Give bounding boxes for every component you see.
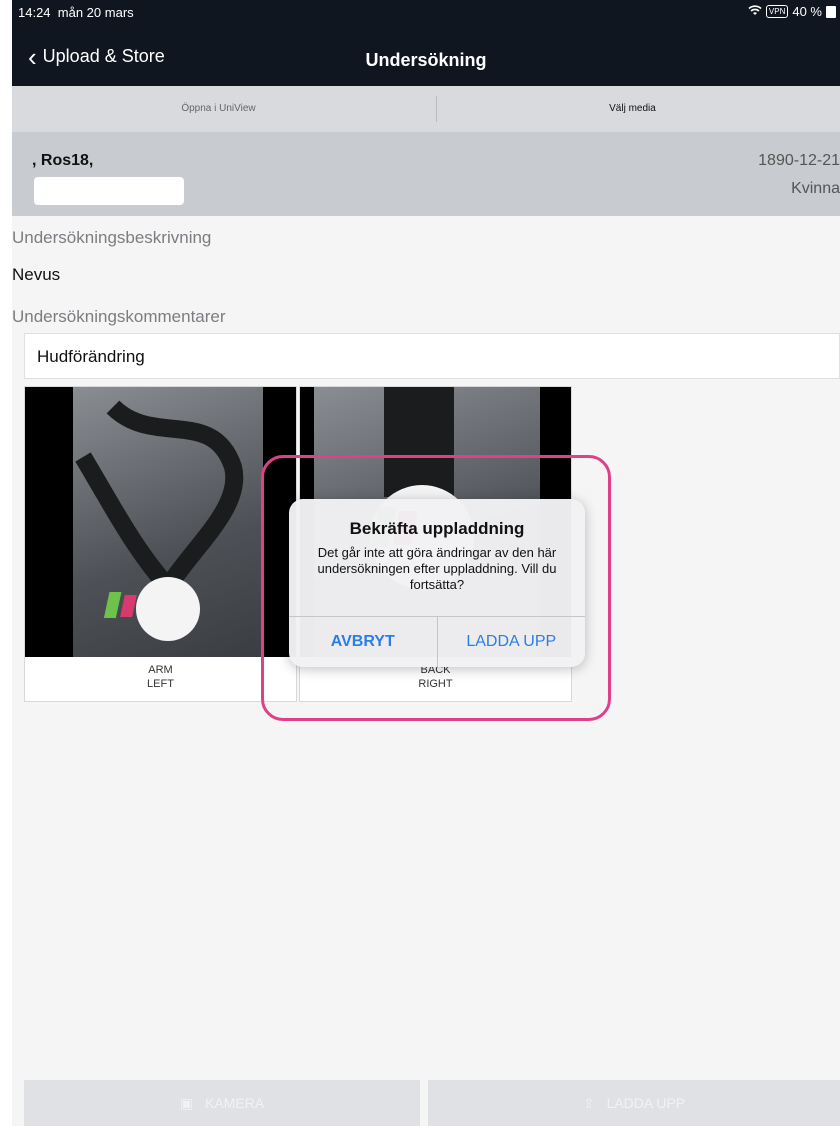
highlight-annotation <box>261 455 611 721</box>
left-margin <box>0 0 12 1126</box>
